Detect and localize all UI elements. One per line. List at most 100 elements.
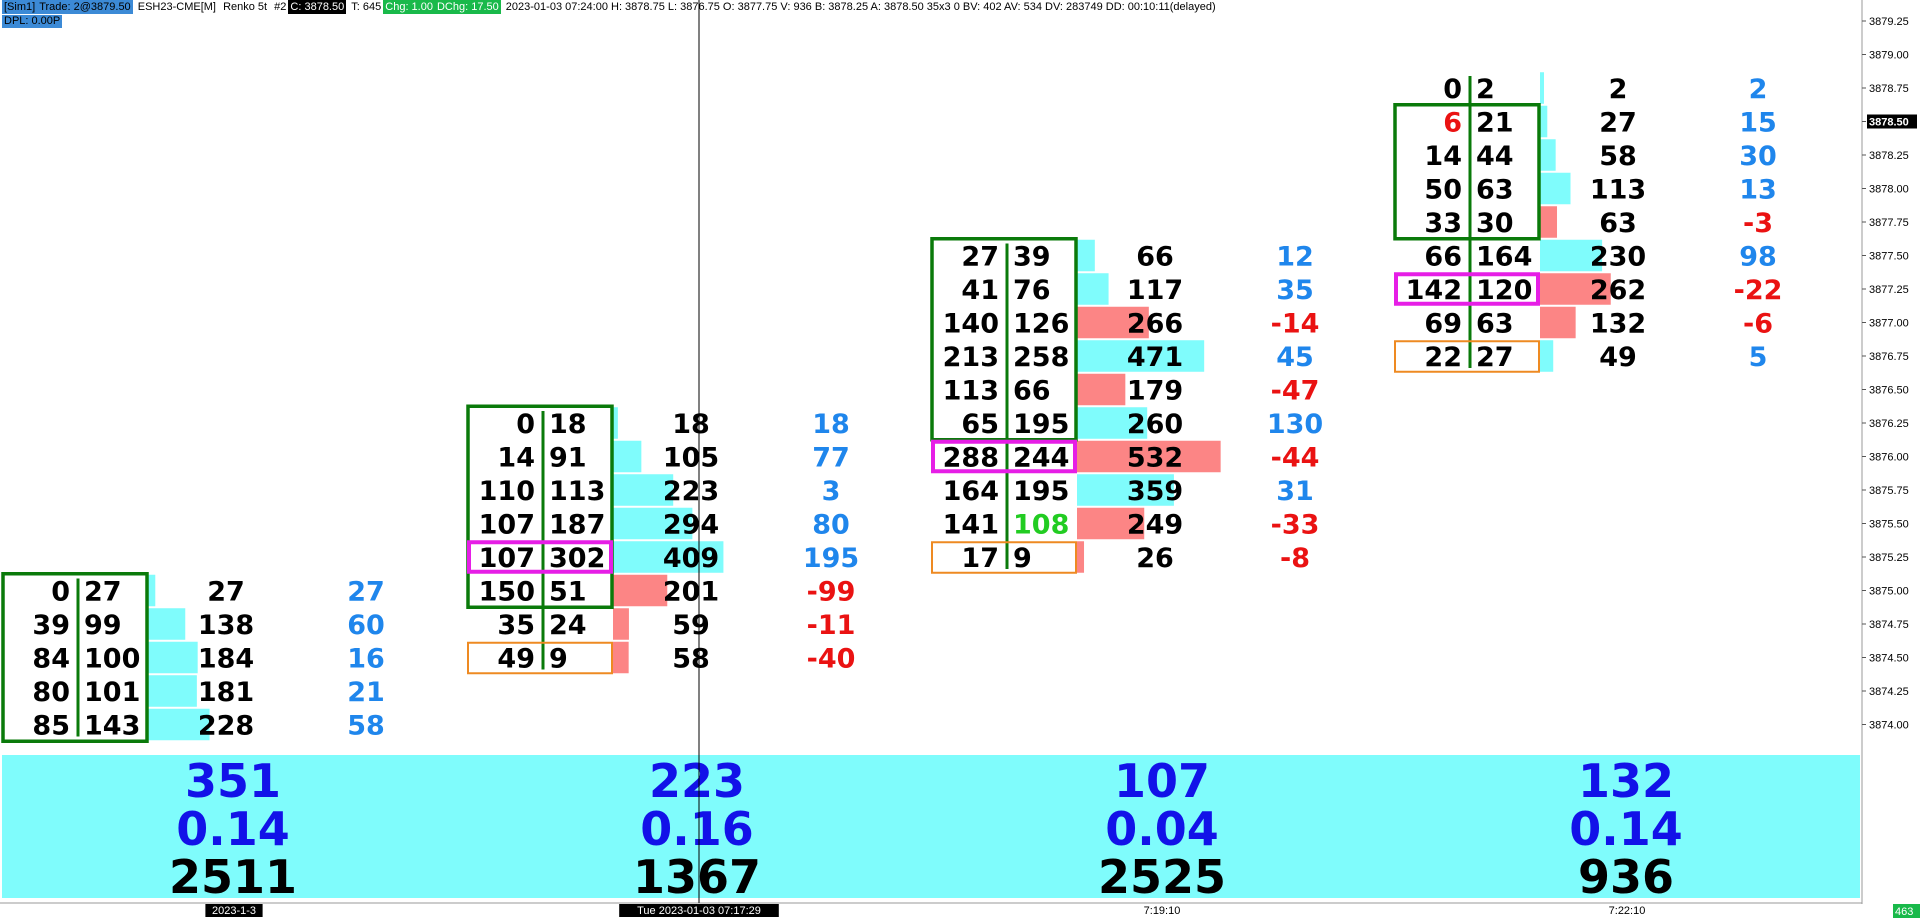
row-delta-label: -44 [1271, 443, 1320, 474]
volume-histogram-bar [1540, 72, 1544, 104]
row-delta-label: 77 [812, 443, 850, 474]
value-area-box [1393, 103, 1541, 241]
row-volume-label: 184 [198, 644, 254, 675]
footprint-bar: 27 39 66 12 41 76 117 35 140 126 266 -14 213 258 471 45… [930, 237, 1323, 574]
ask-volume-cell: 2 [1476, 74, 1495, 105]
price-tick-label: 3874.50 [1869, 653, 1909, 665]
row-delta-label: 30 [1739, 141, 1777, 172]
bid-volume-cell: 39 [32, 610, 70, 641]
row-volume-label: 294 [663, 510, 719, 541]
ask-volume-cell: 108 [1013, 510, 1069, 541]
price-tick-label: 3877.75 [1869, 217, 1909, 229]
bid-volume-cell: 41 [961, 275, 999, 306]
row-delta-label: -47 [1271, 376, 1320, 407]
price-tick-label: 3876.00 [1869, 452, 1909, 464]
summary-volume: 2525 [1098, 850, 1226, 904]
ask-volume-cell: 143 [84, 711, 140, 742]
volume-histogram-bar [1540, 306, 1576, 339]
price-tick-label: 3875.25 [1869, 552, 1909, 564]
volume-histogram-bar [148, 574, 156, 607]
summary-delta: 107 [1114, 754, 1210, 808]
ask-volume-cell: 126 [1013, 309, 1069, 340]
price-tick-label: 3877.00 [1869, 318, 1909, 330]
price-tick-label: 3878.75 [1869, 83, 1909, 95]
bid-volume-cell: 14 [1424, 141, 1462, 172]
ask-volume-cell: 99 [84, 610, 122, 641]
price-tick-label: 3879.25 [1869, 16, 1909, 28]
row-volume-label: 228 [198, 711, 254, 742]
volume-histogram-bar [613, 574, 668, 607]
footprint-chart[interactable]: 0 27 27 2739 99 138 6084 100 184 1680 101 181 2185 14… [0, 0, 1920, 918]
volume-histogram-bar [613, 641, 629, 674]
ask-volume-cell: 101 [84, 677, 140, 708]
row-delta-label: -40 [807, 644, 856, 675]
volume-histogram-bar [1077, 239, 1095, 272]
price-tick-label: 3876.50 [1869, 385, 1909, 397]
price-tick-label: 3874.75 [1869, 619, 1909, 631]
bid-volume-cell: 22 [1424, 342, 1462, 373]
summary-volume: 1367 [633, 850, 761, 904]
bid-volume-cell: 14 [497, 443, 535, 474]
row-delta-label: 27 [347, 577, 385, 608]
bar-end-box [467, 641, 613, 675]
bid-volume-cell: 110 [479, 476, 535, 507]
bid-volume-cell: 107 [479, 510, 535, 541]
bid-volume-cell: 35 [497, 610, 535, 641]
summary-ratio: 0.04 [1105, 802, 1219, 856]
row-delta-label: -3 [1743, 208, 1773, 239]
ask-volume-cell: 44 [1476, 141, 1514, 172]
footprint-bar: 0 27 27 27 39 99 138 60 84 100 184 16 80 101 181 21 85 14… [1, 572, 385, 743]
row-volume-label: 63 [1599, 208, 1637, 239]
bid-volume-cell: 141 [943, 510, 999, 541]
volume-histogram-bar [148, 608, 186, 640]
ask-volume-cell: 100 [84, 644, 140, 675]
row-volume-label: 27 [207, 577, 245, 608]
row-delta-label: 13 [1739, 175, 1777, 206]
volume-histogram-bar [1540, 139, 1556, 171]
ask-volume-cell: 113 [549, 476, 605, 507]
bid-volume-cell: 0 [1443, 74, 1462, 105]
summary-ratio: 0.14 [1569, 802, 1683, 856]
row-delta-label: 45 [1276, 342, 1314, 373]
price-tick-label: 3879.00 [1869, 50, 1909, 62]
volume-badge-label: 463 [1895, 906, 1913, 918]
bid-volume-cell: 150 [479, 577, 535, 608]
summary-ratio: 0.16 [640, 802, 754, 856]
bid-volume-cell: 6 [1443, 108, 1462, 139]
row-volume-label: 105 [663, 443, 719, 474]
volume-histogram-bar [1540, 340, 1554, 372]
row-volume-label: 471 [1127, 342, 1183, 373]
row-delta-label: 130 [1267, 409, 1323, 440]
bid-volume-cell: 33 [1424, 208, 1462, 239]
ask-volume-cell: 21 [1476, 108, 1514, 139]
ask-volume-cell: 120 [1476, 275, 1532, 306]
ask-volume-cell: 302 [549, 543, 605, 574]
time-axis-label: 7:22:10 [1609, 905, 1646, 917]
volume-histogram-bar [148, 675, 197, 707]
row-delta-label: 60 [347, 610, 385, 641]
ask-volume-cell: 27 [1476, 342, 1514, 373]
row-volume-label: 359 [1127, 476, 1183, 507]
bid-volume-cell: 80 [32, 677, 70, 708]
bid-volume-cell: 107 [479, 543, 535, 574]
price-tick-label: 3877.50 [1869, 251, 1909, 263]
price-tick-label: 3878.00 [1869, 184, 1909, 196]
ask-volume-cell: 63 [1476, 309, 1514, 340]
row-volume-label: 230 [1590, 242, 1646, 273]
row-volume-label: 266 [1127, 309, 1183, 340]
ask-volume-cell: 195 [1013, 409, 1069, 440]
ask-volume-cell: 66 [1013, 376, 1051, 407]
price-tick-label: 3875.50 [1869, 519, 1909, 531]
row-delta-label: -99 [807, 577, 856, 608]
row-volume-label: 2 [1609, 74, 1628, 105]
ask-volume-cell: 24 [549, 610, 587, 641]
ask-volume-cell: 63 [1476, 175, 1514, 206]
bid-volume-cell: 27 [961, 242, 999, 273]
bid-volume-cell: 84 [32, 644, 70, 675]
volume-histogram-bar [613, 440, 642, 473]
row-delta-label: 5 [1749, 342, 1768, 373]
row-volume-label: 26 [1136, 543, 1174, 574]
volume-histogram-bar [1077, 541, 1085, 573]
row-delta-label: 15 [1739, 108, 1777, 139]
row-delta-label: 31 [1276, 476, 1314, 507]
